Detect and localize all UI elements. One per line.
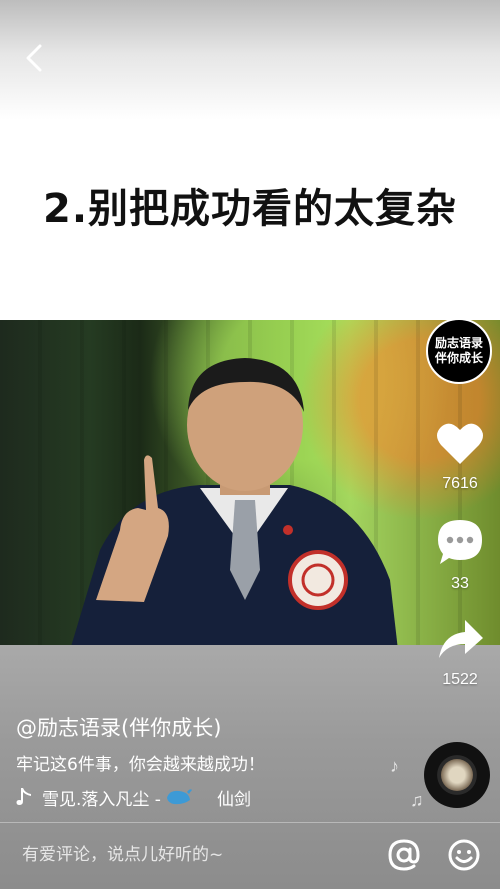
- video-frame[interactable]: [0, 320, 500, 645]
- mention-button[interactable]: [386, 837, 422, 873]
- smile-icon: [448, 839, 480, 871]
- like-count: 7616: [442, 475, 478, 492]
- avatar-text-line2: 伴你成长: [434, 351, 483, 365]
- at-icon: [388, 839, 420, 871]
- share-icon: [439, 620, 483, 658]
- comment-input[interactable]: [22, 845, 352, 865]
- comment-button[interactable]: 33: [430, 518, 490, 593]
- like-button[interactable]: 7616: [430, 420, 490, 493]
- back-chevron-icon: [26, 44, 42, 72]
- music-info[interactable]: 雪见.落入凡尘 - 仙剑: [16, 784, 278, 810]
- top-gradient: [0, 0, 500, 120]
- music-artist: 仙剑: [216, 789, 251, 810]
- comment-icon: [438, 520, 482, 564]
- avatar-text-line1: 励志语录: [434, 336, 483, 350]
- comment-count: 33: [451, 575, 469, 592]
- share-button[interactable]: 1522: [430, 618, 490, 689]
- comment-bar: [0, 823, 500, 889]
- music-title: 雪见.落入凡尘 -: [42, 789, 161, 810]
- author-name[interactable]: @励志语录(伴你成长): [16, 712, 221, 742]
- music-disc-button[interactable]: [424, 742, 490, 808]
- music-note-icon: [16, 788, 31, 805]
- share-count: 1522: [442, 671, 478, 688]
- slide-headline: 2.别把成功看的太复杂: [42, 186, 458, 232]
- speaker-figure: [71, 358, 398, 645]
- account-avatar[interactable]: 励志语录 伴你成长: [426, 318, 492, 384]
- music-cover: [441, 759, 473, 791]
- floating-note-icon: ♫: [410, 790, 424, 810]
- emoji-button[interactable]: [446, 837, 482, 873]
- heart-icon: [437, 423, 483, 464]
- floating-note-icon: ♪: [390, 756, 399, 776]
- back-button[interactable]: [16, 38, 52, 78]
- whale-icon: [166, 789, 192, 805]
- post-caption: 牢记这6件事，你会越来越成功！: [16, 755, 265, 775]
